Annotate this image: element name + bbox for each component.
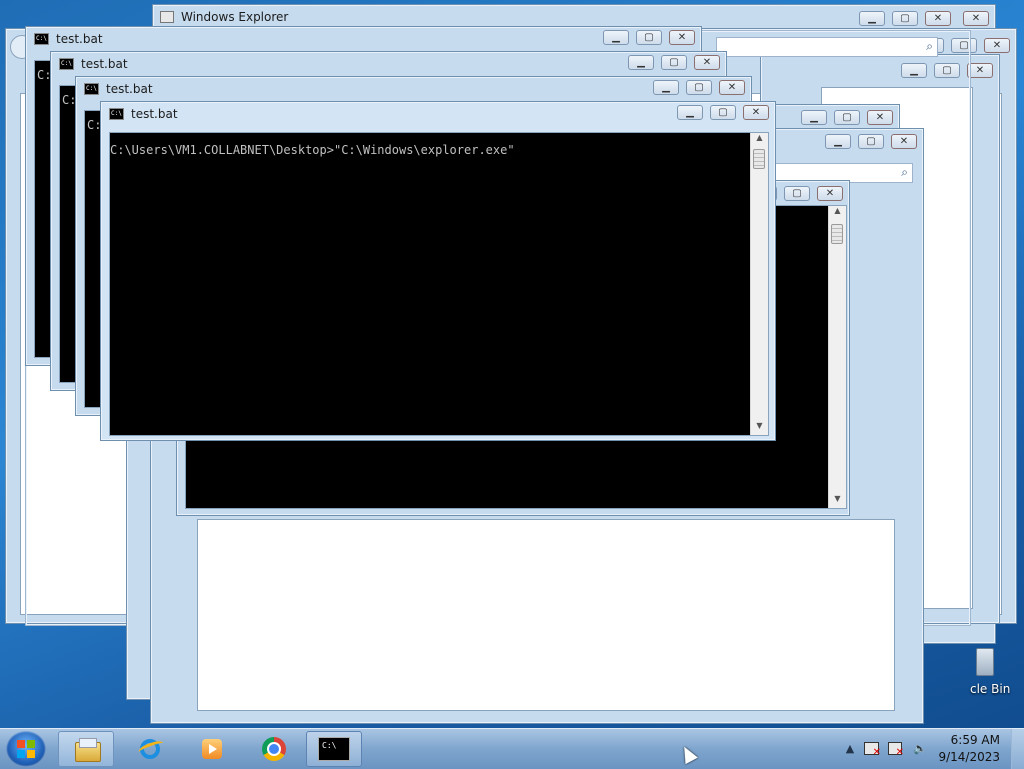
taskbar-windows-explorer[interactable] — [58, 731, 114, 767]
notification-area: ▲ ✕ ✕ 🔈 6:59 AM 9/14/2023 — [834, 729, 1024, 769]
clock-date[interactable]: 9/14/2023 — [930, 750, 1000, 764]
console-command-line: C:\Users\VM1.COLLABNET\Desktop>"C:\Windo… — [110, 143, 515, 157]
maximize-button[interactable]: ▢ — [710, 105, 736, 120]
window-title: test.bat — [81, 57, 128, 71]
explorer-content — [197, 519, 895, 711]
title-bar[interactable]: C:\ test.bat ▁ ▢ ✕ — [101, 102, 775, 126]
start-button[interactable] — [6, 731, 46, 767]
search-icon: ⌕ — [901, 165, 908, 179]
scroll-up-arrow[interactable]: ▲ — [829, 206, 846, 220]
minimize-button[interactable]: ▁ — [677, 105, 703, 120]
window-controls: ▁ ▢ ✕ ✕ — [852, 11, 989, 29]
console-icon: C:\ — [59, 58, 74, 70]
title-bar[interactable]: C:\ test.bat ▁ ▢ ✕ — [76, 77, 751, 101]
taskbar-command-prompt[interactable]: C:\ — [306, 731, 362, 767]
command-prompt-icon: C:\ — [318, 737, 350, 761]
scroll-up-arrow[interactable]: ▲ — [751, 133, 768, 147]
console-output[interactable]: C:\Users\VM1.COLLABNET\Desktop>"C:\Windo… — [109, 132, 769, 436]
minimize-button[interactable]: ▁ — [628, 55, 654, 70]
taskbar: C:\ ▲ ✕ ✕ 🔈 6:59 AM 9/14/2023 — [0, 728, 1024, 769]
show-desktop-button[interactable] — [1011, 729, 1024, 769]
explorer-folder-icon — [160, 11, 174, 23]
close-button[interactable]: ✕ — [867, 110, 893, 125]
maximize-button[interactable]: ▢ — [686, 80, 712, 95]
minimize-button[interactable]: ▁ — [825, 134, 851, 149]
network-icon[interactable]: ✕ — [888, 742, 904, 758]
chrome-icon — [260, 735, 288, 763]
close-button-behind[interactable]: ✕ — [963, 11, 989, 26]
windows-logo-icon — [17, 740, 35, 758]
taskbar-media-player[interactable] — [184, 731, 240, 767]
console-icon: C:\ — [34, 33, 49, 45]
recycle-bin-label: cle Bin — [970, 682, 1011, 696]
maximize-button[interactable]: ▢ — [661, 55, 687, 70]
window-controls: ▁ ▢ ✕ — [646, 80, 745, 98]
close-button[interactable]: ✕ — [669, 30, 695, 45]
command-prompt-icon-label: C:\ — [322, 741, 337, 750]
taskbar-chrome[interactable] — [246, 731, 302, 767]
recycle-bin-icon — [976, 648, 994, 676]
cmd-window-active[interactable]: C:\ test.bat ▁ ▢ ✕ C:\Users\VM1.COLLABNE… — [100, 101, 776, 441]
window-controls: ▁ ▢ ✕ — [670, 105, 769, 123]
vertical-scrollbar[interactable]: ▲ ▼ — [750, 133, 768, 435]
vertical-scrollbar[interactable]: ▲ ▼ — [828, 206, 846, 508]
window-title: test.bat — [131, 107, 178, 121]
close-button[interactable]: ✕ — [694, 55, 720, 70]
internet-explorer-icon — [136, 735, 165, 763]
minimize-button[interactable]: ▁ — [801, 110, 827, 125]
close-button[interactable]: ✕ — [891, 134, 917, 149]
minimize-button[interactable]: ▁ — [603, 30, 629, 45]
window-title: test.bat — [56, 32, 103, 46]
close-button[interactable]: ✕ — [719, 80, 745, 95]
maximize-button[interactable]: ▢ — [834, 110, 860, 125]
scroll-down-arrow[interactable]: ▼ — [751, 421, 768, 435]
action-center-warning-icon[interactable]: ✕ — [864, 742, 881, 758]
window-title: test.bat — [106, 82, 153, 96]
close-button[interactable]: ✕ — [925, 11, 951, 26]
scroll-thumb[interactable] — [831, 224, 843, 244]
window-controls: ▁ ▢ ✕ — [621, 55, 720, 73]
console-icon: C:\ — [84, 83, 99, 95]
window-controls: ▁ ▢ ✕ — [596, 30, 695, 48]
taskbar-internet-explorer[interactable] — [122, 731, 178, 767]
show-hidden-icons-chevron[interactable]: ▲ — [842, 742, 858, 756]
windows-explorer-icon — [73, 736, 101, 764]
window-title: Windows Explorer — [181, 10, 289, 24]
media-player-icon — [198, 735, 226, 763]
scroll-thumb[interactable] — [753, 149, 765, 169]
title-bar[interactable]: C:\ test.bat ▁ ▢ ✕ — [26, 27, 701, 51]
minimize-button[interactable]: ▁ — [859, 11, 885, 26]
minimize-button[interactable]: ▁ — [653, 80, 679, 95]
console-icon: C:\ — [109, 108, 124, 120]
maximize-button[interactable]: ▢ — [892, 11, 918, 26]
title-bar[interactable]: C:\ test.bat ▁ ▢ ✕ — [51, 52, 726, 76]
close-button[interactable]: ✕ — [817, 186, 843, 201]
search-box[interactable]: ⌕ — [716, 37, 938, 57]
volume-muted-icon[interactable]: 🔈 — [912, 742, 928, 756]
desktop: Windows Explorer ▁ ▢ ✕ ✕ ▁ ▢ ✕ ▁ ▢ ✕ ⌕ — [0, 0, 1024, 728]
close-button[interactable]: ✕ — [984, 38, 1010, 53]
clock-time[interactable]: 6:59 AM — [930, 733, 1000, 747]
search-icon: ⌕ — [926, 39, 933, 53]
recycle-bin[interactable]: cle Bin — [968, 626, 1024, 706]
maximize-button[interactable]: ▢ — [858, 134, 884, 149]
maximize-button[interactable]: ▢ — [784, 186, 810, 201]
scroll-down-arrow[interactable]: ▼ — [829, 494, 846, 508]
maximize-button[interactable]: ▢ — [636, 30, 662, 45]
window-controls: ▁ ▢ ✕ — [818, 134, 917, 152]
window-controls: ▁ ▢ ✕ — [794, 110, 893, 128]
close-button[interactable]: ✕ — [743, 105, 769, 120]
